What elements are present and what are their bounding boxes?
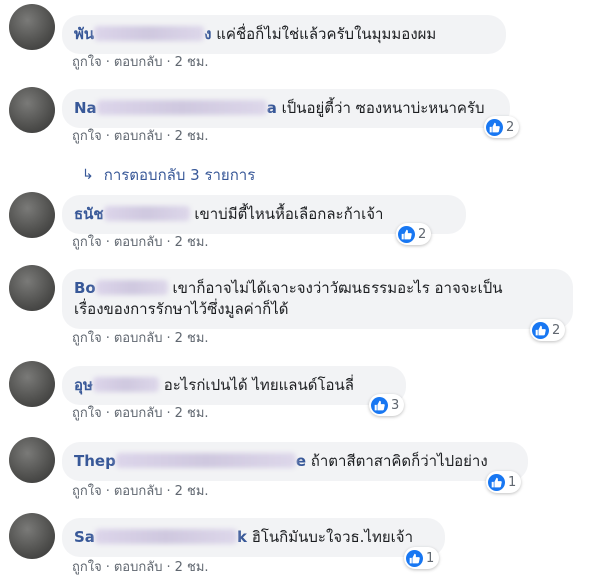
- reaction-count[interactable]: 2: [484, 116, 520, 138]
- like-reaction-icon: [371, 396, 388, 414]
- comment-text: แค่ชื่อก็ไม่ใช่แล้วครับในมุมมองผม: [216, 25, 437, 43]
- comment-actions: ถูกใจ · ตอบกลับ · 2 ชม.: [72, 331, 209, 346]
- comment-bubble: พัน ง แค่ชื่อก็ไม่ใช่แล้วครับในมุมมองผม: [62, 15, 506, 54]
- commenter-name[interactable]: ธนัช: [74, 205, 104, 223]
- like-link[interactable]: ถูกใจ: [72, 55, 102, 70]
- blurred-name: [92, 376, 159, 392]
- replies-label: การตอบกลับ 3 รายการ: [103, 166, 256, 184]
- reply-link[interactable]: ตอบกลับ: [114, 406, 163, 421]
- timestamp[interactable]: 2 ชม.: [175, 129, 209, 144]
- like-reaction-icon: [486, 118, 503, 136]
- blurred-name: [96, 99, 267, 115]
- comment-actions: ถูกใจ · ตอบกลับ · 2 ชม.: [72, 55, 209, 70]
- avatar[interactable]: [9, 192, 55, 238]
- reply-link[interactable]: ตอบกลับ: [114, 484, 163, 499]
- avatar[interactable]: [9, 513, 55, 559]
- commenter-name-tail[interactable]: e: [296, 452, 306, 470]
- comment-bubble: Bo เขาก็อาจไม่ได้เจาะจงว่าวัฒนธรรมอะไร อ…: [62, 269, 573, 329]
- comment-actions: ถูกใจ · ตอบกลับ · 2 ชม.: [72, 129, 209, 144]
- commenter-name-tail[interactable]: a: [267, 99, 277, 117]
- reply-link[interactable]: ตอบกลับ: [114, 129, 163, 144]
- comment-bubble: Sa k ฮิโนกิมันบะใจวธ.ไทยเจ้า: [62, 518, 445, 557]
- avatar[interactable]: [9, 265, 55, 311]
- comment-actions: ถูกใจ · ตอบกลับ · 2 ชม.: [72, 406, 209, 421]
- timestamp[interactable]: 2 ชม.: [175, 484, 209, 499]
- reply-link[interactable]: ตอบกลับ: [114, 55, 163, 70]
- reaction-count[interactable]: 2: [530, 319, 566, 341]
- comment-text-line2: เรื่องของการรักษาไว้ซึ่งมูลค่าก็ได้: [74, 300, 289, 318]
- blurred-name: [115, 452, 296, 468]
- commenter-name-tail[interactable]: ง: [204, 25, 211, 43]
- like-link[interactable]: ถูกใจ: [72, 235, 102, 250]
- avatar[interactable]: [9, 437, 55, 483]
- avatar[interactable]: [9, 4, 55, 50]
- timestamp[interactable]: 2 ชม.: [175, 406, 209, 421]
- avatar[interactable]: [9, 87, 55, 133]
- reaction-count[interactable]: 3: [369, 394, 405, 416]
- reply-link[interactable]: ตอบกลับ: [114, 331, 163, 346]
- like-link[interactable]: ถูกใจ: [72, 129, 102, 144]
- commenter-name[interactable]: Bo: [74, 279, 96, 297]
- like-reaction-icon: [532, 321, 549, 339]
- blurred-name: [94, 528, 237, 544]
- view-replies-link[interactable]: ↳ การตอบกลับ 3 รายการ: [82, 163, 255, 187]
- comment-actions: ถูกใจ · ตอบกลับ · 2 ชม.: [72, 235, 209, 250]
- blurred-name: [94, 25, 205, 41]
- commenter-name[interactable]: Sa: [74, 528, 95, 546]
- reply-link[interactable]: ตอบกลับ: [114, 235, 163, 250]
- comment-text: เป็นอยู่ตี้ว่า ซองหนาบ่ะหนาครับ: [281, 99, 485, 117]
- comment-text: ฮิโนกิมันบะใจวธ.ไทยเจ้า: [251, 528, 413, 546]
- reply-link[interactable]: ตอบกลับ: [114, 560, 163, 575]
- like-reaction-icon: [488, 473, 505, 491]
- comment-actions: ถูกใจ · ตอบกลับ · 2 ชม.: [72, 560, 209, 575]
- comment-text: ถ้าตาสีตาสาคิดก็ว่าไปอย่าง: [310, 452, 488, 470]
- timestamp[interactable]: 2 ชม.: [175, 55, 209, 70]
- reaction-count[interactable]: 2: [396, 223, 432, 245]
- comment-bubble: Na a เป็นอยู่ตี้ว่า ซองหนาบ่ะหนาครับ: [62, 89, 510, 128]
- avatar[interactable]: [9, 361, 55, 407]
- comment-text: เขาบ่มีตี้ไหนหื้อเลือกละก้าเจ้า: [194, 205, 384, 223]
- reply-arrow-icon: ↳: [82, 167, 94, 183]
- timestamp[interactable]: 2 ชม.: [175, 235, 209, 250]
- blurred-name: [95, 279, 168, 295]
- reaction-count[interactable]: 1: [404, 547, 440, 569]
- like-link[interactable]: ถูกใจ: [72, 560, 102, 575]
- comment-bubble: Thep e ถ้าตาสีตาสาคิดก็ว่าไปอย่าง: [62, 442, 528, 481]
- comment-text: อะไรก่เปนได้ ไทยแลนด์โอนลี่: [163, 376, 354, 394]
- blurred-name: [103, 205, 190, 221]
- like-link[interactable]: ถูกใจ: [72, 406, 102, 421]
- commenter-name[interactable]: พัน: [74, 25, 94, 43]
- commenter-name[interactable]: อุษ: [74, 376, 93, 394]
- commenter-name[interactable]: Na: [74, 99, 97, 117]
- timestamp[interactable]: 2 ชม.: [175, 560, 209, 575]
- comment-actions: ถูกใจ · ตอบกลับ · 2 ชม.: [72, 484, 209, 499]
- like-link[interactable]: ถูกใจ: [72, 331, 102, 346]
- reaction-count[interactable]: 1: [486, 471, 522, 493]
- comment-text: เขาก็อาจไม่ได้เจาะจงว่าวัฒนธรรมอะไร อาจจ…: [172, 279, 503, 297]
- comment-bubble: อุษ อะไรก่เปนได้ ไทยแลนด์โอนลี่: [62, 366, 406, 405]
- like-link[interactable]: ถูกใจ: [72, 484, 102, 499]
- commenter-name-tail[interactable]: k: [237, 528, 247, 546]
- like-reaction-icon: [398, 225, 415, 243]
- timestamp[interactable]: 2 ชม.: [175, 331, 209, 346]
- commenter-name[interactable]: Thep: [74, 452, 116, 470]
- like-reaction-icon: [406, 549, 423, 567]
